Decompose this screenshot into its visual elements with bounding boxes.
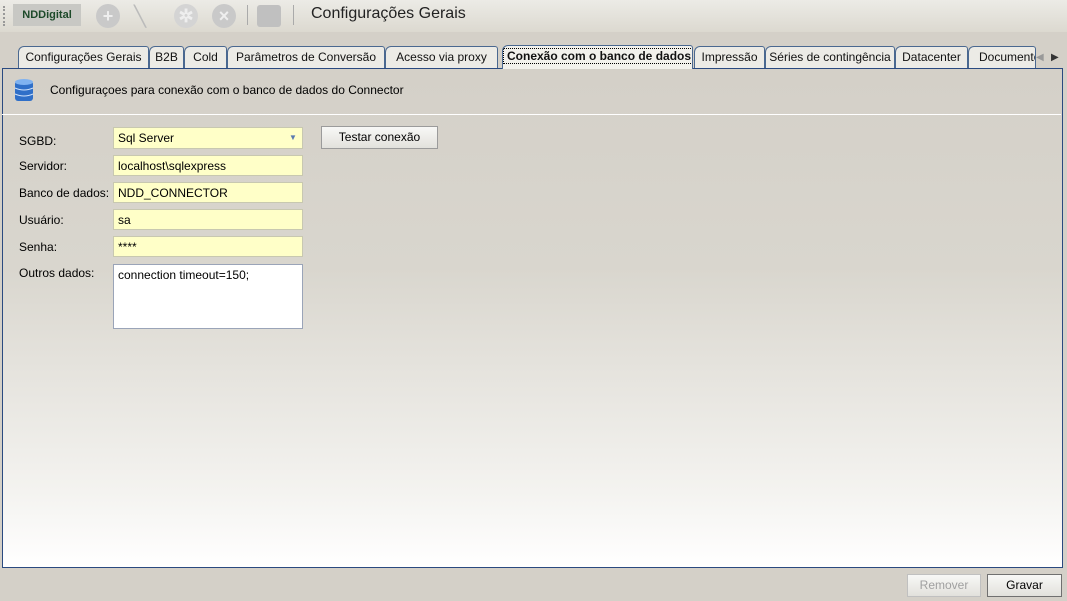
save-button[interactable]: Gravar: [987, 574, 1062, 597]
tab-conexao-banco[interactable]: Conexão com o banco de dados: [502, 45, 693, 69]
outros-label: Outros dados:: [19, 266, 95, 280]
servidor-label: Servidor:: [19, 159, 68, 173]
outros-textarea[interactable]: connection timeout=150;: [113, 264, 303, 329]
toolbar: NDDigital + ╲ ✲ × Configurações Gerais: [0, 0, 1067, 32]
header-divider: [2, 114, 1061, 115]
tab-label: Conexão com o banco de dados: [503, 48, 692, 64]
tab-documentos[interactable]: Documentos: [968, 46, 1036, 68]
add-icon[interactable]: +: [96, 4, 120, 28]
banco-label: Banco de dados:: [19, 186, 110, 200]
header-description: Configuraçoes para conexão com o banco d…: [50, 83, 404, 97]
tab-b2b[interactable]: B2B: [149, 46, 184, 68]
tab-configuracoes-gerais[interactable]: Configurações Gerais: [18, 46, 149, 68]
database-icon: [14, 78, 34, 104]
tab-parametros-conversao[interactable]: Parâmetros de Conversão: [227, 46, 385, 68]
edit-icon[interactable]: ╲: [134, 4, 146, 29]
page-title: Configurações Gerais: [311, 5, 466, 22]
export-icon[interactable]: [257, 5, 281, 27]
tab-cold[interactable]: Cold: [184, 46, 227, 68]
test-connection-button[interactable]: Testar conexão: [321, 126, 438, 149]
senha-input[interactable]: ****: [113, 236, 303, 257]
usuario-input[interactable]: sa: [113, 209, 303, 230]
banco-input[interactable]: NDD_CONNECTOR: [113, 182, 303, 203]
chevron-down-icon[interactable]: ▼: [286, 130, 300, 145]
toolbar-grip[interactable]: [3, 6, 5, 26]
servidor-input[interactable]: localhost\sqlexpress: [113, 155, 303, 176]
sgbd-select[interactable]: Sql Server ▼: [113, 127, 303, 149]
tab-impressao[interactable]: Impressão: [694, 46, 765, 68]
cancel-icon[interactable]: ×: [212, 4, 236, 28]
tab-acesso-proxy[interactable]: Acesso via proxy: [385, 46, 498, 68]
toolbar-separator: [247, 5, 248, 25]
tab-scroll-left-icon[interactable]: ◀: [1036, 52, 1044, 63]
toolbar-separator: [293, 5, 294, 25]
senha-label: Senha:: [19, 240, 58, 254]
settings-icon[interactable]: ✲: [174, 4, 198, 28]
tab-datacenter[interactable]: Datacenter: [895, 46, 968, 68]
sgbd-label: SGBD:: [19, 134, 57, 148]
usuario-label: Usuário:: [19, 213, 64, 227]
nddigital-logo: NDDigital: [13, 4, 81, 26]
tab-scroll-right-icon[interactable]: ▶: [1051, 52, 1059, 63]
sgbd-value: Sql Server: [118, 131, 175, 145]
remove-button[interactable]: Remover: [907, 574, 981, 597]
tab-series-contingencia[interactable]: Séries de contingência: [765, 46, 895, 68]
